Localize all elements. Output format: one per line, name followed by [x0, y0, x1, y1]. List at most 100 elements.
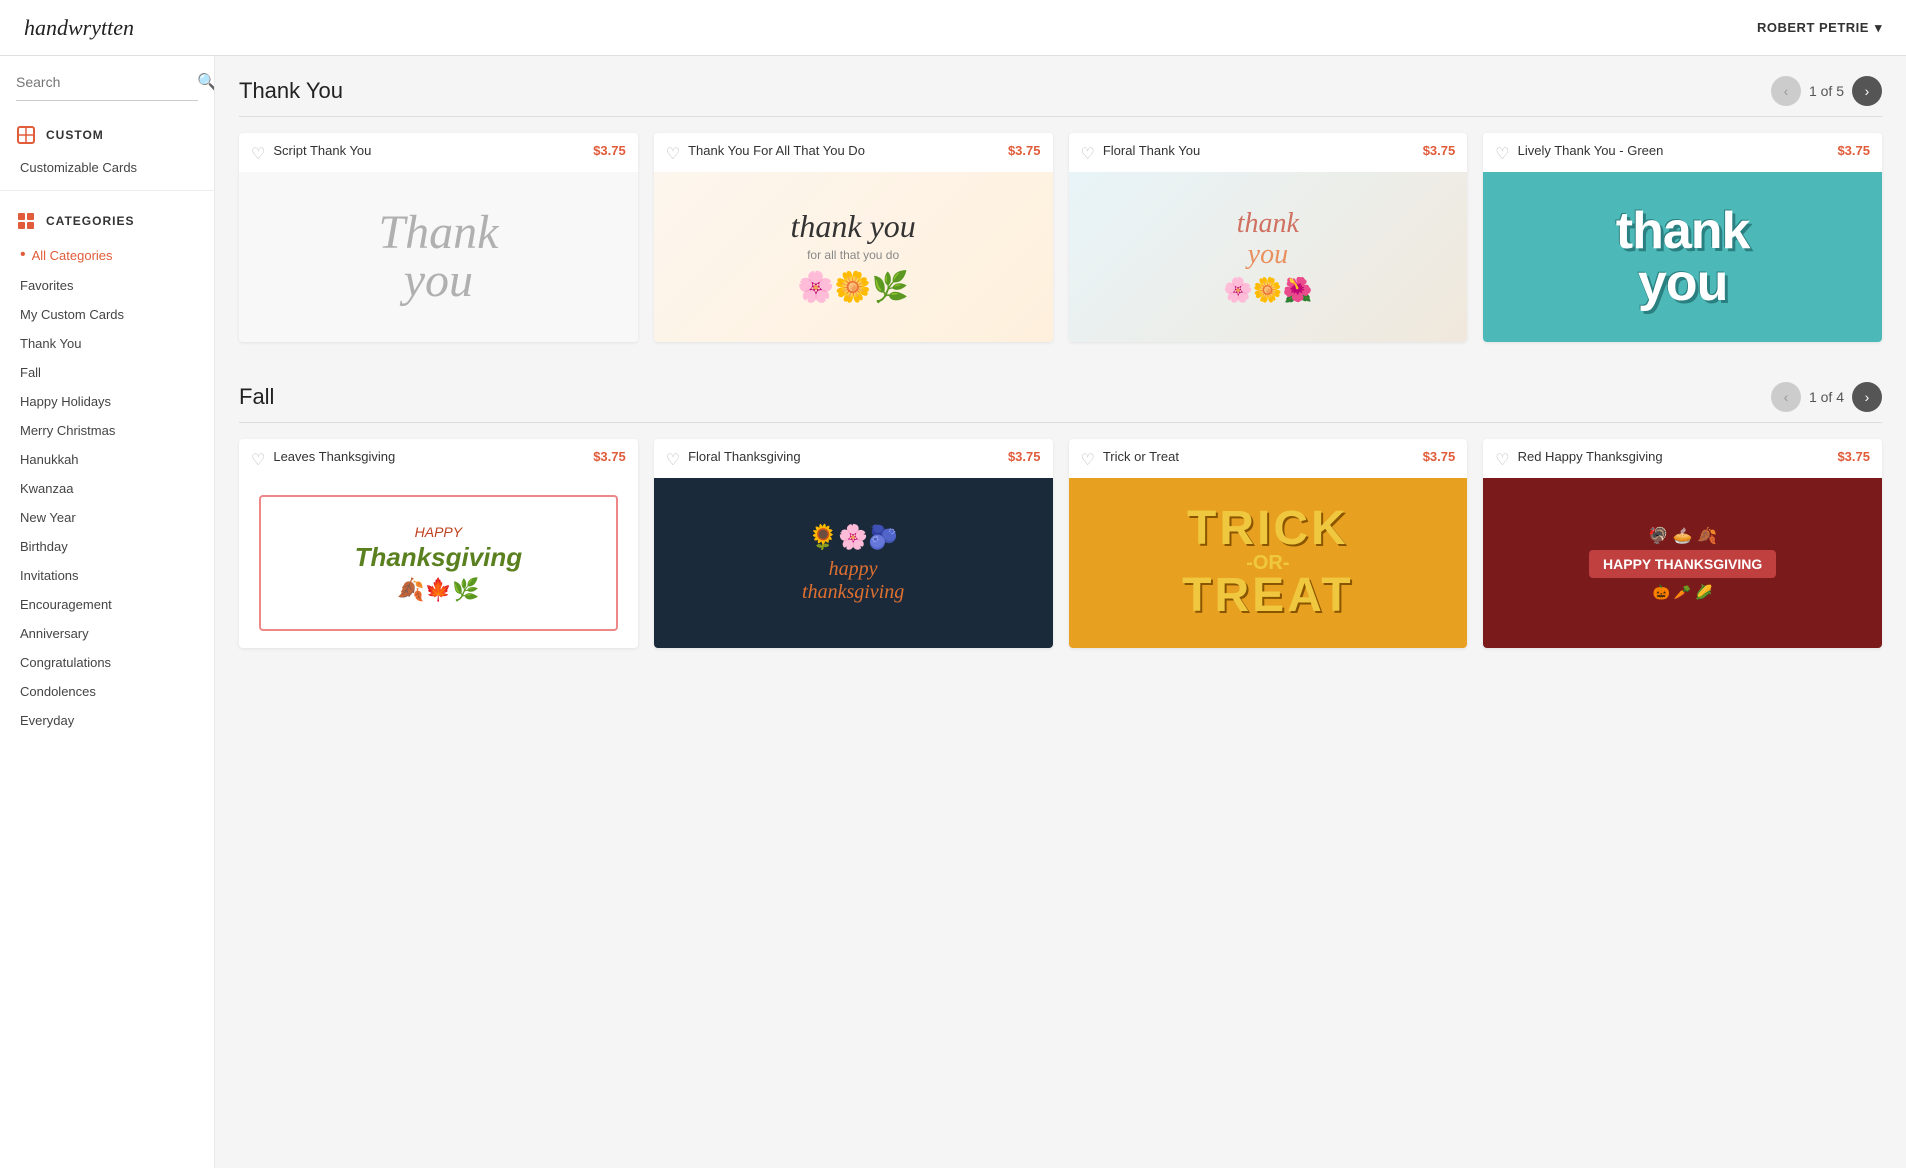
- sidebar-item-birthday[interactable]: Birthday: [0, 532, 214, 561]
- sidebar-item-everyday[interactable]: Everyday: [0, 706, 214, 735]
- heart-icon[interactable]: ♡: [1495, 450, 1509, 470]
- search-input[interactable]: [16, 74, 197, 90]
- card-title-row: ♡ Leaves Thanksgiving: [251, 449, 395, 470]
- card-name: Red Happy Thanksgiving: [1518, 449, 1663, 466]
- sidebar-item-happy-holidays[interactable]: Happy Holidays: [0, 387, 214, 416]
- card-header: ♡ Trick or Treat $3.75: [1069, 439, 1468, 478]
- card-trick-or-treat[interactable]: ♡ Trick or Treat $3.75 TRICK -OR- TREAT: [1069, 439, 1468, 648]
- all-categories-label: All Categories: [32, 248, 113, 263]
- card-price: $3.75: [1008, 449, 1041, 464]
- card-image: thank you: [1483, 172, 1882, 342]
- sidebar: 🔍 CUSTOM Customizable Cards: [0, 56, 215, 1168]
- categories-section-header: CATEGORIES: [0, 199, 214, 239]
- logo: handwrytten: [24, 15, 134, 41]
- heart-icon[interactable]: ♡: [251, 450, 265, 470]
- fall-section-header: Fall ‹ 1 of 4 ›: [239, 382, 1882, 423]
- thank-you-next-button[interactable]: ›: [1852, 76, 1882, 106]
- thank-you-pagination-text: 1 of 5: [1809, 83, 1844, 99]
- card-name: Thank You For All That You Do: [688, 143, 865, 160]
- card-lively-thank-you-green[interactable]: ♡ Lively Thank You - Green $3.75 thank y…: [1483, 133, 1882, 342]
- card-name: Floral Thank You: [1103, 143, 1200, 160]
- search-container: 🔍: [16, 72, 198, 101]
- sidebar-item-invitations[interactable]: Invitations: [0, 561, 214, 590]
- custom-icon: [16, 125, 36, 145]
- thank-you-cards-grid: ♡ Script Thank You $3.75 Thank you: [239, 133, 1882, 342]
- card-script-thank-you[interactable]: ♡ Script Thank You $3.75 Thank you: [239, 133, 638, 342]
- layout: 🔍 CUSTOM Customizable Cards: [0, 56, 1906, 708]
- card-title-row: ♡ Lively Thank You - Green: [1495, 143, 1663, 164]
- happy-holidays-label: Happy Holidays: [20, 394, 111, 409]
- thank-you-section: Thank You ‹ 1 of 5 › ♡ Script Thank You …: [239, 76, 1882, 342]
- fall-prev-button[interactable]: ‹: [1771, 382, 1801, 412]
- card-title-row: ♡ Red Happy Thanksgiving: [1495, 449, 1662, 470]
- heart-icon[interactable]: ♡: [1495, 144, 1509, 164]
- hanukkah-label: Hanukkah: [20, 452, 79, 467]
- card-price: $3.75: [1837, 449, 1870, 464]
- heart-icon[interactable]: ♡: [1081, 144, 1095, 164]
- birthday-label: Birthday: [20, 539, 68, 554]
- card-image: HAPPY Thanksgiving 🍂🍁🌿: [239, 478, 638, 648]
- fall-pagination-text: 1 of 4: [1809, 389, 1844, 405]
- card-title-row: ♡ Trick or Treat: [1081, 449, 1179, 470]
- sidebar-item-merry-christmas[interactable]: Merry Christmas: [0, 416, 214, 445]
- card-red-happy-thanksgiving[interactable]: ♡ Red Happy Thanksgiving $3.75 🦃 🥧 🍂 HAP…: [1483, 439, 1882, 648]
- header: handwrytten ROBERT PETRIE ▾: [0, 0, 1906, 56]
- everyday-label: Everyday: [20, 713, 74, 728]
- sidebar-item-congratulations[interactable]: Congratulations: [0, 648, 214, 677]
- card-image: TRICK -OR- TREAT: [1069, 478, 1468, 648]
- custom-label: CUSTOM: [46, 128, 104, 142]
- card-name: Lively Thank You - Green: [1518, 143, 1664, 160]
- sidebar-item-new-year[interactable]: New Year: [0, 503, 214, 532]
- card-floral-thanksgiving[interactable]: ♡ Floral Thanksgiving $3.75 🌻🌸🫐 happy th…: [654, 439, 1053, 648]
- fall-section-title: Fall: [239, 384, 1771, 410]
- favorites-label: Favorites: [20, 278, 73, 293]
- sidebar-item-encouragement[interactable]: Encouragement: [0, 590, 214, 619]
- card-image: thank you 🌸🌼🌺: [1069, 172, 1468, 342]
- heart-icon[interactable]: ♡: [251, 144, 265, 164]
- sidebar-item-hanukkah[interactable]: Hanukkah: [0, 445, 214, 474]
- card-thank-you-for-all[interactable]: ♡ Thank You For All That You Do $3.75 th…: [654, 133, 1053, 342]
- card-header: ♡ Script Thank You $3.75: [239, 133, 638, 172]
- card-name: Leaves Thanksgiving: [273, 449, 395, 466]
- card-leaves-thanksgiving[interactable]: ♡ Leaves Thanksgiving $3.75 HAPPY Thanks…: [239, 439, 638, 648]
- sidebar-item-my-custom-cards[interactable]: My Custom Cards: [0, 300, 214, 329]
- thank-you-section-title: Thank You: [239, 78, 1771, 104]
- heart-icon[interactable]: ♡: [666, 450, 680, 470]
- card-title-row: ♡ Thank You For All That You Do: [666, 143, 865, 164]
- card-price: $3.75: [1008, 143, 1041, 158]
- card-image: thank you for all that you do 🌸🌼🌿: [654, 172, 1053, 342]
- card-header: ♡ Red Happy Thanksgiving $3.75: [1483, 439, 1882, 478]
- card-name: Trick or Treat: [1103, 449, 1179, 466]
- sidebar-item-customizable-cards[interactable]: Customizable Cards: [0, 153, 214, 182]
- new-year-label: New Year: [20, 510, 76, 525]
- card-price: $3.75: [1837, 143, 1870, 158]
- search-icon: 🔍: [197, 72, 215, 92]
- encouragement-label: Encouragement: [20, 597, 112, 612]
- sidebar-item-thank-you[interactable]: Thank You: [0, 329, 214, 358]
- sidebar-item-all-categories[interactable]: All Categories: [0, 239, 214, 271]
- chevron-down-icon: ▾: [1875, 20, 1882, 36]
- sidebar-item-favorites[interactable]: Favorites: [0, 271, 214, 300]
- customizable-cards-label: Customizable Cards: [20, 160, 137, 175]
- heart-icon[interactable]: ♡: [666, 144, 680, 164]
- main-content: Thank You ‹ 1 of 5 › ♡ Script Thank You …: [215, 56, 1906, 708]
- thank-you-prev-button[interactable]: ‹: [1771, 76, 1801, 106]
- card-name: Floral Thanksgiving: [688, 449, 800, 466]
- card-header: ♡ Thank You For All That You Do $3.75: [654, 133, 1053, 172]
- heart-icon[interactable]: ♡: [1081, 450, 1095, 470]
- card-floral-thank-you[interactable]: ♡ Floral Thank You $3.75 thank you 🌸🌼🌺: [1069, 133, 1468, 342]
- card-image: 🦃 🥧 🍂 HAPPY THANKSGIVING 🎃 🥕 🌽: [1483, 478, 1882, 648]
- card-price: $3.75: [1423, 449, 1456, 464]
- thank-you-pagination: ‹ 1 of 5 ›: [1771, 76, 1882, 106]
- user-menu[interactable]: ROBERT PETRIE ▾: [1757, 20, 1882, 36]
- card-title-row: ♡ Floral Thanksgiving: [666, 449, 801, 470]
- sidebar-item-anniversary[interactable]: Anniversary: [0, 619, 214, 648]
- thank-you-section-header: Thank You ‹ 1 of 5 ›: [239, 76, 1882, 117]
- custom-section-header: CUSTOM: [0, 117, 214, 153]
- sidebar-item-kwanzaa[interactable]: Kwanzaa: [0, 474, 214, 503]
- sidebar-item-fall[interactable]: Fall: [0, 358, 214, 387]
- fall-next-button[interactable]: ›: [1852, 382, 1882, 412]
- kwanzaa-label: Kwanzaa: [20, 481, 73, 496]
- sidebar-item-condolences[interactable]: Condolences: [0, 677, 214, 706]
- invitations-label: Invitations: [20, 568, 79, 583]
